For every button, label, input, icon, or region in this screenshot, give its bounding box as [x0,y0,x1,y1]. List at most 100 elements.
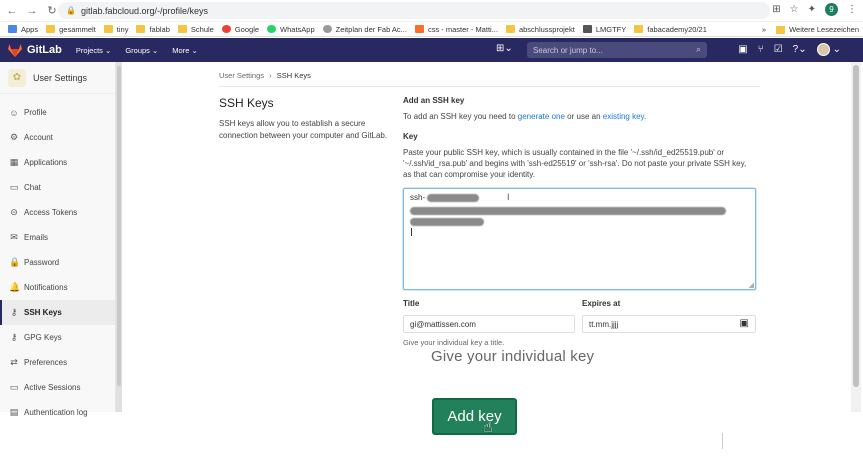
sidebar-item-access-tokens[interactable]: ⊝ Access Tokens [0,200,115,225]
lmgtfy-icon [582,25,592,33]
sidebar-item-account[interactable]: ⚙ Account [0,125,115,150]
monitor-icon: ▭ [9,382,19,392]
expires-date-input[interactable]: tt.mm.jjjj ▣ [582,315,756,333]
breadcrumb-parent[interactable]: User Settings [219,71,264,80]
bookmark-abschlussprojekt[interactable]: abschlussprojekt [505,25,575,34]
bookmark-apps[interactable]: Apps [8,25,38,34]
bookmark-fablab[interactable]: fablab [136,25,170,34]
existing-key-link[interactable]: existing key [603,112,644,121]
sidebar-item-preferences[interactable]: ⇄ Preferences [0,350,115,375]
gitlab-logo[interactable]: GitLab [8,43,62,57]
new-item-icon[interactable]: ⊞⌄ [496,43,513,54]
log-icon: ▤ [9,407,19,417]
breadcrumb-current: SSH Keys [276,71,311,80]
folder-icon [634,25,644,33]
title-input[interactable]: gi@mattissen.com [403,315,575,333]
expires-label: Expires at [582,299,621,308]
bell-icon: 🔔 [9,282,21,292]
folder-icon [46,25,56,33]
page-scrollbar[interactable] [851,62,861,412]
bookmark-tiny[interactable]: tiny [103,25,128,34]
profile-avatar[interactable]: 9 [825,3,838,16]
sidebar-item-password[interactable]: 🔒 Password [0,250,115,275]
generate-one-link[interactable]: generate one [518,112,565,121]
back-icon[interactable]: ← [4,3,20,19]
avatar [816,43,830,56]
add-key-instructions: To add an SSH key you need to generate o… [403,112,647,121]
whatsapp-icon [267,25,277,33]
sidebar-scroll-thumb[interactable] [117,66,121,386]
page-scroll-thumb[interactable] [853,65,859,387]
folder-icon [505,25,515,33]
email-icon: ✉ [10,232,18,242]
key-line-2 [410,207,726,215]
key-help: Paste your public SSH key, which is usua… [403,148,747,179]
browser-toolbar: ← → ↻ 🔒 gitlab.fabcloud.org/-/profile/ke… [0,0,863,22]
menu-groups[interactable]: Groups ⌄ [125,46,158,55]
more-bookmarks-chevron[interactable]: » [762,25,766,34]
bookmark-lmgtfy[interactable]: LMGTFY [582,25,626,34]
key-icon: ⚷ [10,307,18,317]
translate-icon[interactable]: ⊞ [772,4,780,15]
sidebar-item-notifications[interactable]: 🔔 Notifications [0,275,115,300]
add-key-button[interactable]: Add key [432,398,517,435]
key-label: Key [403,132,418,141]
issues-icon[interactable]: ▣ [738,44,747,55]
bookmark-fabacademy[interactable]: fabacademy20/21 [634,25,707,34]
address-bar[interactable]: 🔒 gitlab.fabcloud.org/-/profile/keys [58,2,770,19]
bookmark-gesammelt[interactable]: gesammelt [46,25,96,34]
other-bookmarks[interactable]: Weitere Lesezeichen [789,25,859,34]
menu-more[interactable]: More ⌄ [172,46,197,55]
key-line-1: ssh- [410,193,749,202]
title-hint: Give your individual key a title. [403,338,505,347]
account-icon: ⚙ [9,132,19,142]
help-icon[interactable]: ?⌄ [793,44,807,55]
calendar-icon[interactable]: ▣ [740,318,749,329]
sidebar-item-applications[interactable]: ▦ Applications [0,150,115,175]
sidebar-item-emails[interactable]: ✉ Emails [0,225,115,250]
lock-icon: 🔒 [66,6,76,15]
sidebar-header[interactable]: ✿ User Settings [0,62,115,94]
resize-handle-icon[interactable]: ◢ [749,281,754,289]
key-line-3 [410,218,484,226]
extensions-icon[interactable]: ✦ [808,4,816,15]
bookmark-css-master[interactable]: css - master - Matti... [414,25,498,34]
add-key-heading: Add an SSH key [403,96,465,105]
todo-icon[interactable]: ☑ [774,44,783,55]
applications-icon: ▦ [9,157,19,167]
bookmark-zeitplan[interactable]: Zeitplan der Fab Ac... [322,25,407,34]
folder-icon [776,25,786,34]
overlay-caption: Give your individual key [431,348,595,365]
token-icon: ⊝ [10,207,18,217]
menu-projects[interactable]: Projects ⌄ [76,46,111,55]
gitlab-icon [414,25,424,33]
user-menu[interactable]: ⌄ [816,43,841,56]
add-key-form: Add an SSH key To add an SSH key you nee… [403,96,758,347]
fab-icon [322,25,332,33]
bookmark-whatsapp[interactable]: WhatsApp [267,25,315,34]
profile-icon: ☺ [9,107,19,118]
sidebar-item-gpg-keys[interactable]: ⚷ GPG Keys [0,325,115,350]
search-input[interactable]: Search or jump to... ⌕ [527,42,707,58]
sidebar-item-authentication-log[interactable]: ▤ Authentication log [0,400,115,425]
star-icon[interactable]: ☆ [790,4,799,15]
merge-request-icon[interactable]: ⑂ [758,44,764,55]
breadcrumb: User Settings › SSH Keys [219,71,311,80]
forward-icon[interactable]: → [24,3,40,19]
page-title: SSH Keys [219,96,274,110]
sidebar-item-profile[interactable]: ☺ Profile [0,100,115,125]
url-text: gitlab.fabcloud.org/-/profile/keys [80,5,209,16]
bookmark-schule[interactable]: Schule [177,25,214,34]
text-cursor-mark [722,433,723,449]
folder-icon [103,25,113,33]
menu-icon[interactable]: ⋮ [847,4,857,15]
title-label: Title [403,299,420,308]
bookmarks-bar: Apps gesammelt tiny fablab Schule Google… [0,22,863,37]
key-textarea[interactable]: ssh- I ◢ [403,188,756,290]
apps-icon [8,25,17,33]
sidebar-item-ssh-keys[interactable]: ⚷ SSH Keys [0,300,115,325]
google-icon [221,25,231,33]
bookmark-google[interactable]: Google [221,25,259,34]
sidebar-item-chat[interactable]: ▭ Chat [0,175,115,200]
sidebar-item-active-sessions[interactable]: ▭ Active Sessions [0,375,115,400]
